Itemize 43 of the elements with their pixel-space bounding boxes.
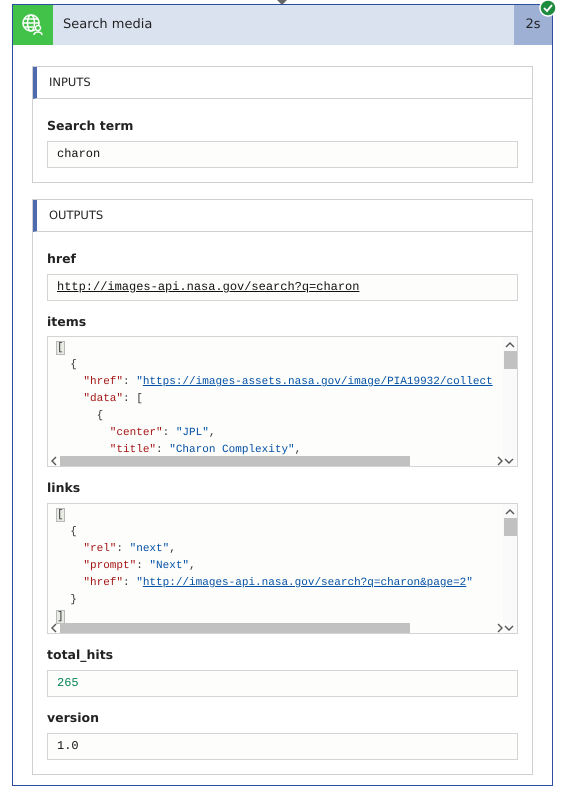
field-label: Search term [47, 117, 134, 135]
section-header[interactable]: INPUTS [33, 67, 532, 99]
chevron-right-icon[interactable] [496, 623, 504, 633]
section-header[interactable]: OUTPUTS [33, 200, 532, 232]
code-line: { [69, 358, 77, 374]
chevron-down-icon[interactable] [504, 624, 514, 632]
code-line: { [69, 525, 77, 540]
action-header[interactable]: Search media 2s [13, 5, 552, 45]
field-label: version [47, 708, 100, 727]
code-line: "href": "http://images-api.nasa.gov/search?q=charon&page=2" [82, 576, 473, 591]
field-value: 265 [57, 675, 79, 692]
value-field[interactable]: 265 [47, 670, 518, 697]
chevron-up-icon[interactable] [505, 341, 515, 350]
code-line: "data": [ [82, 392, 143, 408]
value-field[interactable]: charon [47, 140, 518, 168]
scrollbar-thumb[interactable] [504, 518, 516, 536]
action-title: Search media [62, 16, 154, 34]
code-line: "prompt": "Next", [82, 559, 196, 574]
field-label: items [47, 312, 86, 330]
scrollbar-thumb[interactable] [60, 623, 410, 633]
chevron-up-icon[interactable] [505, 508, 515, 516]
code-line: "rel": "next", [82, 542, 176, 557]
field-value: 1.0 [57, 738, 79, 755]
chevron-left-icon[interactable] [50, 623, 58, 633]
code-line: } [69, 593, 77, 608]
code-line: { [96, 409, 104, 424]
code-line: "title": "Charon Complexity", [108, 443, 302, 458]
globe-user-icon [21, 13, 45, 37]
field-label: links [47, 479, 80, 498]
field-value: charon [57, 146, 100, 164]
code-line: "center": "JPL", [108, 426, 216, 442]
value-field[interactable]: 1.0 [47, 732, 518, 760]
field-label: href [47, 250, 76, 268]
code-viewer[interactable]: [ { "rel": "next", "prompt": "Next", "href": "http://images-api.nasa.gov/search?q=charon&page=2" } ] [47, 503, 518, 634]
chevron-down-icon[interactable] [504, 457, 514, 466]
chevron-right-icon[interactable] [496, 456, 504, 466]
chevron-left-icon[interactable] [50, 456, 58, 466]
scrollbar-thumb[interactable] [60, 456, 410, 466]
scrollbar-thumb[interactable] [504, 351, 516, 370]
url-link[interactable]: http://images-api.nasa.gov/search?q=charon [57, 278, 360, 296]
connector-arrow-icon [277, 0, 287, 5]
value-field[interactable]: http://images-api.nasa.gov/search?q=charon [47, 274, 518, 300]
field-label: total_hits [47, 646, 114, 664]
